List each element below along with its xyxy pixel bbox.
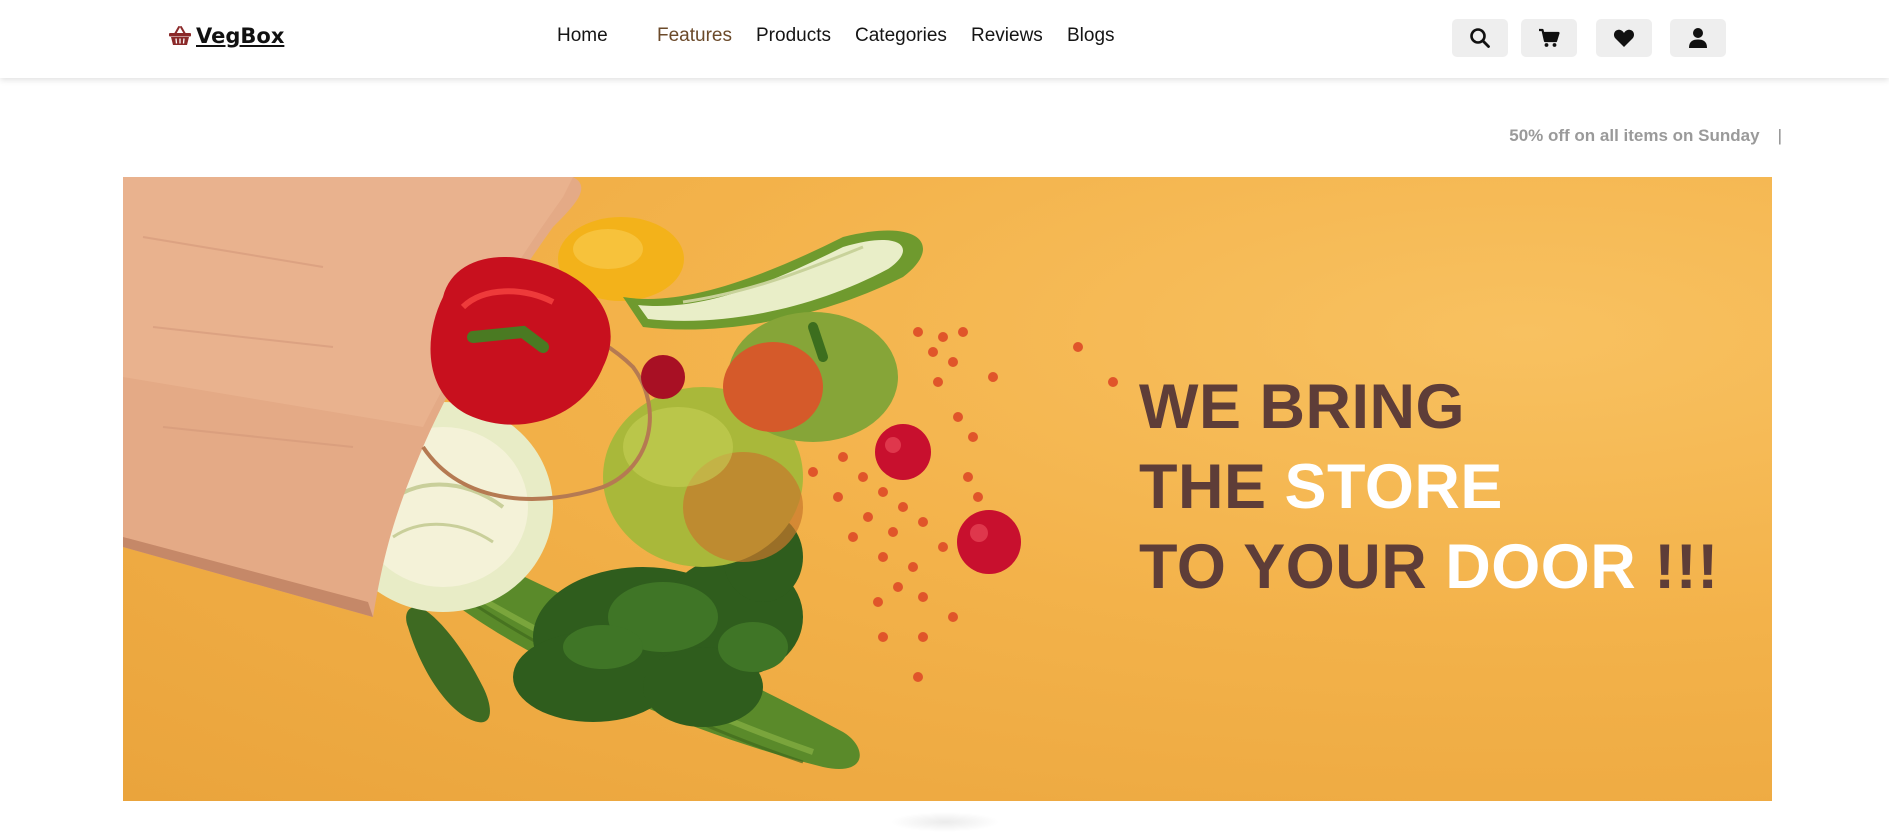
cart-icon bbox=[1538, 28, 1560, 48]
tomato-icon bbox=[875, 424, 931, 480]
hero-banner: WE BRING THE STORE TO YOUR DOOR !!! bbox=[123, 177, 1772, 801]
scroll-hint-shadow bbox=[890, 812, 1000, 832]
hero-line-1: WE BRING bbox=[1139, 372, 1465, 442]
promo-text: 50% off on all items on Sunday bbox=[1509, 126, 1760, 145]
hero-image bbox=[123, 177, 1118, 769]
nav-blogs[interactable]: Blogs bbox=[1067, 25, 1115, 47]
cart-button[interactable] bbox=[1521, 19, 1577, 57]
hero-line-2: THE STORE bbox=[1139, 452, 1503, 522]
nav-features[interactable]: Features bbox=[657, 25, 732, 47]
search-icon bbox=[1469, 27, 1491, 49]
green-pepper-icon bbox=[723, 312, 898, 442]
account-button[interactable] bbox=[1670, 19, 1726, 57]
promo-ticker: 50% off on all items on Sunday | bbox=[1509, 126, 1782, 146]
tomato-icon bbox=[957, 510, 1021, 574]
site-header: VegBox Home Features Products Categories… bbox=[0, 0, 1889, 78]
nav-reviews[interactable]: Reviews bbox=[971, 25, 1043, 47]
hero-line-3: TO YOUR DOOR !!! bbox=[1139, 532, 1719, 602]
search-button[interactable] bbox=[1452, 19, 1508, 57]
hero-headline: WE BRING THE STORE TO YOUR DOOR !!! bbox=[1139, 367, 1719, 607]
promo-separator: | bbox=[1777, 126, 1782, 145]
user-icon bbox=[1688, 27, 1708, 49]
nav-home[interactable]: Home bbox=[557, 25, 608, 47]
wishlist-button[interactable] bbox=[1596, 19, 1652, 57]
nav-categories[interactable]: Categories bbox=[855, 25, 947, 47]
heart-icon bbox=[1613, 28, 1635, 48]
nav-products[interactable]: Products bbox=[756, 25, 831, 47]
cucumber-icon bbox=[406, 607, 490, 723]
